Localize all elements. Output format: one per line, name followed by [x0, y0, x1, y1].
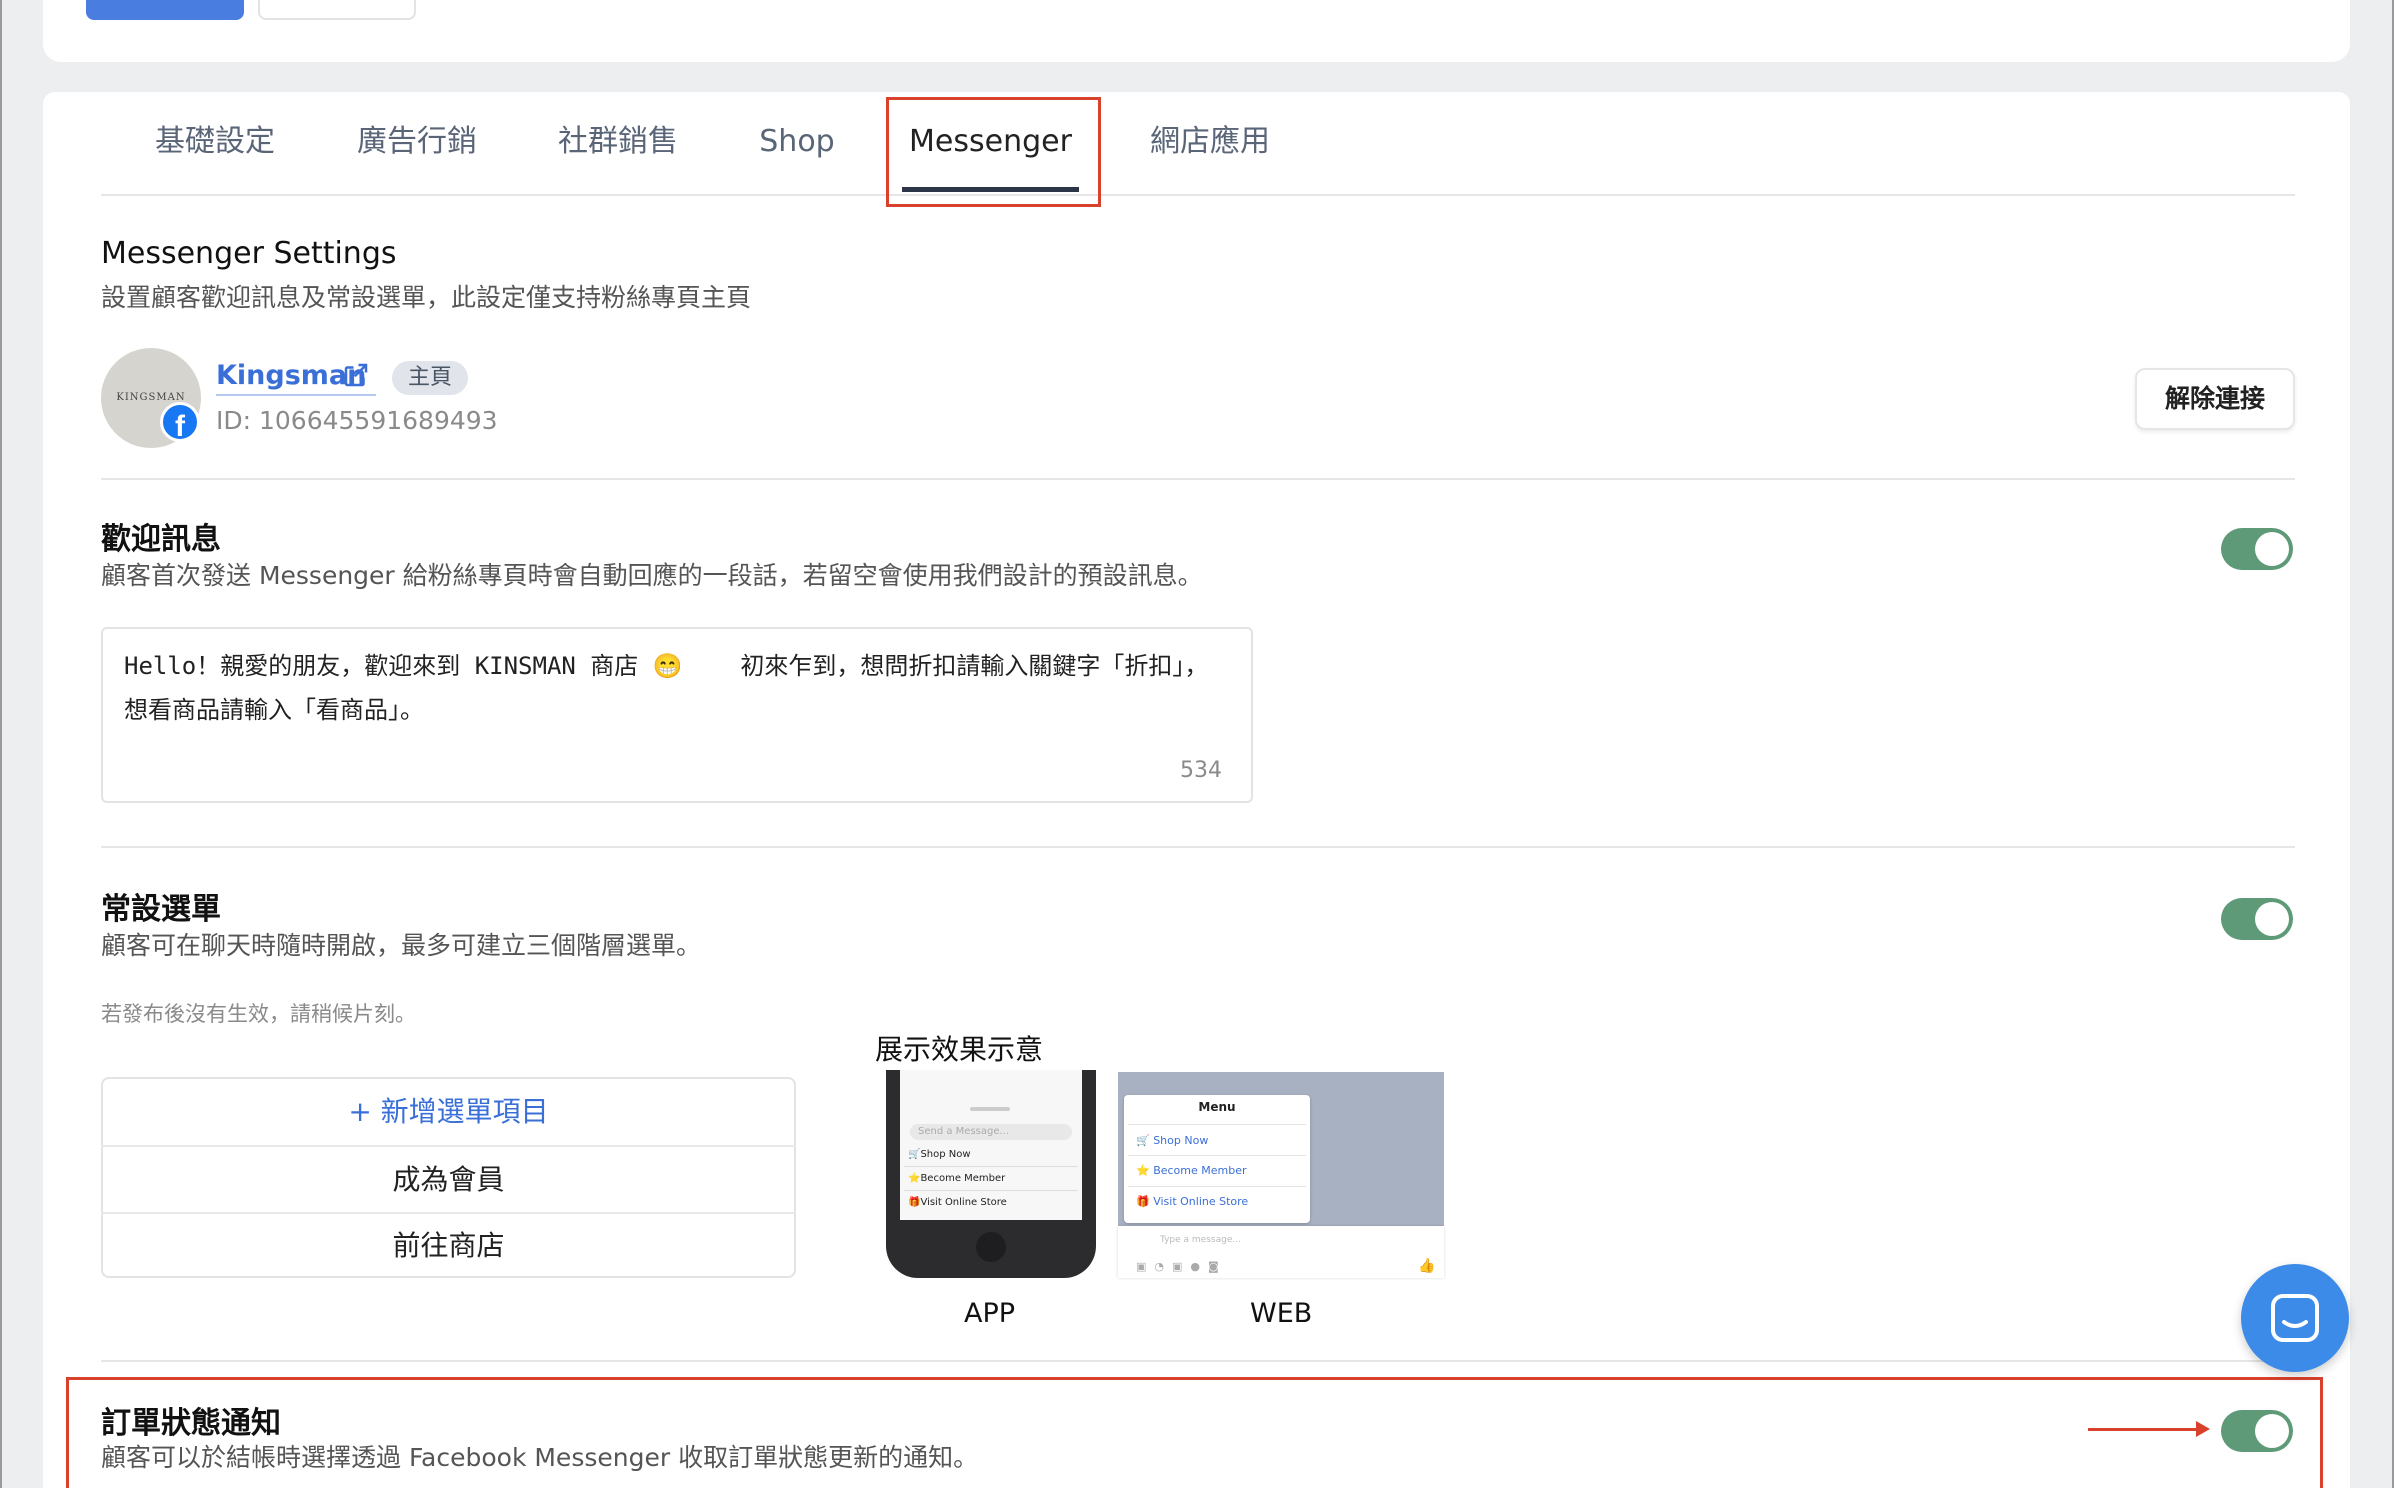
persistent-menu-toggle[interactable]	[2221, 898, 2293, 940]
web-preview-separator	[1128, 1155, 1306, 1156]
web-preview-menu-title: Menu	[1198, 1100, 1236, 1114]
order-notify-description: 顧客可以於結帳時選擇透過 Facebook Messenger 收取訂單狀態更新…	[101, 1443, 979, 1472]
web-preview-separator	[1128, 1124, 1306, 1125]
app-preview-send-field: Send a Message...	[910, 1124, 1072, 1140]
top-secondary-button[interactable]	[258, 0, 416, 20]
welcome-toggle[interactable]	[2221, 528, 2293, 570]
web-preview-composer-icons: ▣◔▣●◙	[1136, 1260, 1227, 1273]
page-name-underline	[216, 394, 376, 396]
tab-social-sales[interactable]: 社群銷售	[558, 108, 678, 194]
window-edge-left	[0, 0, 2, 1488]
menu-item-become-member[interactable]: 成為會員	[101, 1147, 796, 1213]
persistent-menu-description: 顧客可在聊天時隨時開啟，最多可建立三個階層選單。	[101, 931, 702, 960]
web-preview-item: 🎁 Visit Online Store	[1136, 1195, 1249, 1208]
like-icon: 👍	[1418, 1258, 1436, 1274]
app-preview-separator	[904, 1190, 1078, 1191]
chat-icon	[2271, 1294, 2319, 1342]
external-link-icon[interactable]	[341, 360, 371, 390]
chat-support-button[interactable]	[2241, 1264, 2349, 1372]
tab-ad-marketing[interactable]: 廣告行銷	[357, 108, 477, 194]
page-avatar-logo: KINGSMAN	[116, 392, 186, 403]
app-preview-item: 🛒Shop Now	[908, 1149, 971, 1160]
tab-basic-settings[interactable]: 基礎設定	[155, 108, 275, 194]
app-preview-separator	[904, 1166, 1078, 1167]
welcome-description: 顧客首次發送 Messenger 給粉絲專頁時會自動回應的一段話，若留空會使用我…	[101, 561, 1203, 590]
web-preview-item: 🛒 Shop Now	[1136, 1134, 1209, 1147]
messenger-settings-description: 設置顧客歡迎訊息及常設選單，此設定僅支持粉絲專頁主頁	[101, 283, 752, 312]
tab-store-apps[interactable]: 網店應用	[1150, 108, 1270, 194]
app-preview-label: APP	[964, 1298, 1016, 1329]
publish-note: 若發布後沒有生效，請稍候片刻。	[101, 1002, 416, 1026]
web-preview-separator	[1128, 1186, 1306, 1187]
arrow-head	[2196, 1421, 2210, 1437]
app-preview-handle	[970, 1107, 1010, 1111]
order-notify-title: 訂單狀態通知	[101, 1406, 281, 1441]
messenger-tab-highlight	[886, 97, 1101, 207]
facebook-icon: f	[160, 402, 200, 443]
app-preview-item: 🎁Visit Online Store	[908, 1197, 1007, 1208]
divider	[101, 846, 2295, 848]
welcome-message-text: Hello！親愛的朋友，歡迎來到 KINSMAN 商店 😁 初來乍到，想問折扣請…	[124, 652, 1209, 724]
tab-shop[interactable]: Shop	[752, 108, 842, 194]
web-preview-label: WEB	[1250, 1298, 1313, 1329]
preview-title: 展示效果示意	[875, 1033, 1044, 1066]
menu-item-go-to-store[interactable]: 前往商店	[101, 1213, 796, 1279]
top-primary-button[interactable]	[86, 0, 244, 20]
add-menu-item-button[interactable]: + 新增選單項目	[101, 1079, 796, 1145]
app-preview-home-button	[976, 1232, 1006, 1262]
page-type-badge: 主頁	[392, 361, 468, 395]
divider	[101, 1360, 2295, 1362]
order-notify-toggle[interactable]	[2221, 1410, 2293, 1452]
persistent-menu-title: 常設選單	[101, 892, 221, 927]
welcome-title: 歡迎訊息	[101, 522, 221, 557]
char-count: 534	[1180, 758, 1222, 783]
web-preview-item: ⭐ Become Member	[1136, 1164, 1247, 1177]
divider	[101, 478, 2295, 480]
messenger-settings-title: Messenger Settings	[101, 236, 397, 271]
arrow-annotation	[2088, 1428, 2198, 1431]
web-preview-input: Type a message...	[1160, 1235, 1241, 1245]
disconnect-button[interactable]: 解除連接	[2135, 368, 2295, 430]
page-id: ID: 106645591689493	[216, 406, 498, 435]
app-preview-item: ⭐Become Member	[908, 1173, 1006, 1184]
